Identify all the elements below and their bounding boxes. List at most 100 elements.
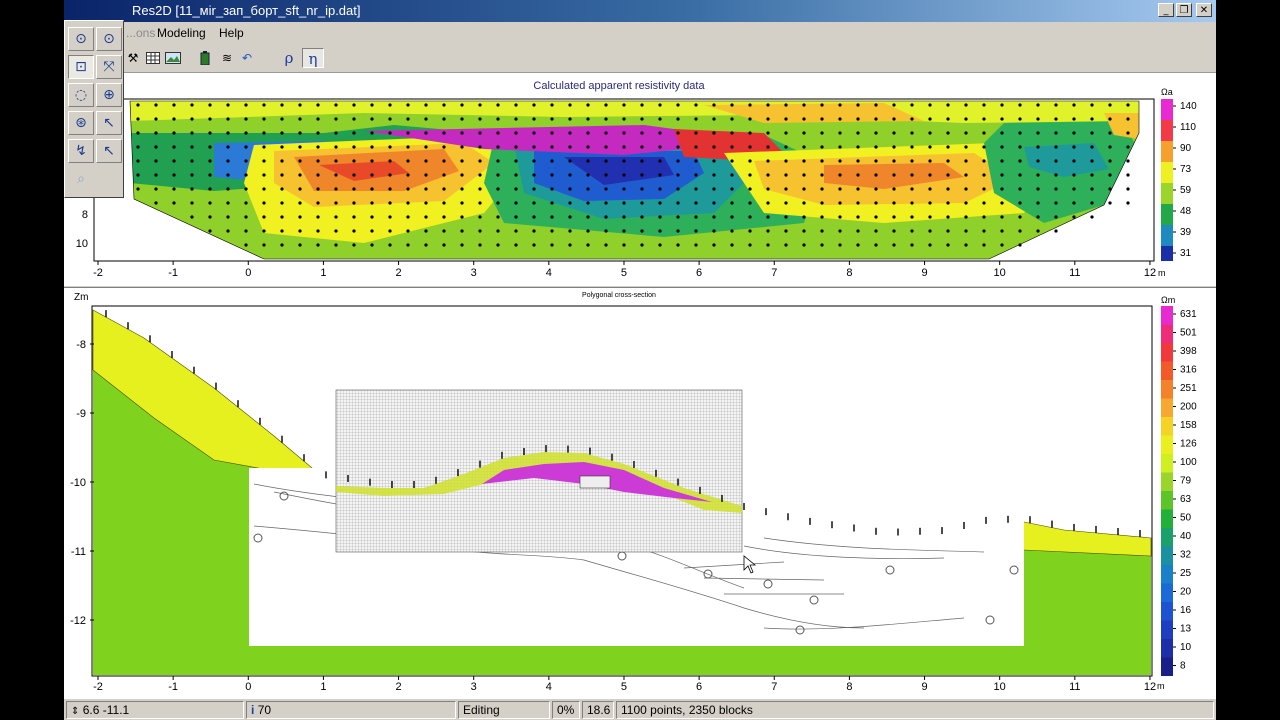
resistivity-contours <box>130 101 1139 259</box>
minimize-button[interactable]: _ <box>1158 3 1174 17</box>
bottom-y-axis-label: Zm <box>74 292 88 303</box>
bottom-legend-unit: Ωm <box>1161 295 1175 305</box>
rho-button[interactable]: ρ <box>278 48 300 68</box>
top-legend-label: 48 <box>1180 206 1192 217</box>
bottom-legend-label: 251 <box>1180 383 1197 394</box>
top-legend-unit: Ωa <box>1161 87 1173 97</box>
top-y-axis: 8 10 <box>76 209 88 250</box>
bottom-x-tick: 2 <box>395 681 401 693</box>
top-x-tick: 10 <box>994 267 1006 279</box>
top-x-axis: -2 -1 0 1 2 3 4 5 6 7 8 9 10 11 12 <box>93 261 1156 279</box>
status-bar: ⇕ 6.6 -11.1 i 70 Editing 0% 18.6 1100 po… <box>64 698 1216 720</box>
menu-help[interactable]: Help <box>219 26 244 40</box>
move-node-icon[interactable]: ⊕ <box>96 83 122 107</box>
rotate-icon[interactable]: ⊛ <box>68 111 94 135</box>
status-info: 1100 points, 2350 blocks <box>616 701 1214 719</box>
top-y-tick-8: 8 <box>82 209 88 221</box>
bottom-y-tick: -10 <box>70 477 86 489</box>
bottom-y-tick: -11 <box>71 546 86 558</box>
status-value: 70 <box>257 703 272 717</box>
bottom-y-axis: -8 -9 -10 -11 -12 <box>70 339 94 627</box>
top-x-tick: 12 <box>1144 267 1156 279</box>
bottom-chart-title: Polygonal cross-section <box>582 292 656 299</box>
cursor-join-icon[interactable]: ↖ <box>96 111 122 135</box>
apparent-resistivity-chart[interactable]: Calculated apparent resistivity data 8 1… <box>64 73 1216 285</box>
top-x-tick: 6 <box>696 267 702 279</box>
bottom-legend-label: 10 <box>1180 642 1192 653</box>
bottom-legend-label: 32 <box>1180 550 1192 561</box>
top-x-tick: 7 <box>771 267 777 279</box>
bottom-x-tick: 7 <box>771 681 777 693</box>
bottom-x-tick: 11 <box>1069 681 1080 693</box>
menu-bar: ...ons Modeling Help <box>64 22 1216 44</box>
coords-icon: ⇕ <box>71 706 80 717</box>
edit-polygon-icon[interactable]: ↯ <box>68 139 94 163</box>
bottom-legend-label: 100 <box>1180 457 1197 468</box>
bottom-legend-label: 79 <box>1180 476 1192 487</box>
split-node-icon[interactable]: ⤧ <box>96 55 122 79</box>
title-bar: Res2D [11_мir_зап_борт_sft_nr_ip.dat] _ … <box>64 0 1216 22</box>
bottom-legend-label: 16 <box>1180 605 1192 616</box>
circle-select-icon[interactable]: ◌ <box>68 83 94 107</box>
menu-modeling[interactable]: Modeling <box>157 26 206 40</box>
top-x-tick: 1 <box>320 267 326 279</box>
wave-icon[interactable]: ≋ <box>216 48 238 68</box>
battery-icon[interactable] <box>194 48 216 68</box>
selected-cell[interactable] <box>579 475 611 489</box>
top-x-tick: -1 <box>168 267 178 279</box>
bottom-legend-label: 20 <box>1180 587 1192 598</box>
eta-button[interactable]: η <box>302 48 324 68</box>
bottom-x-tick: 0 <box>245 681 251 693</box>
bottom-legend-label: 50 <box>1180 513 1192 524</box>
bottom-legend-label: 398 <box>1180 346 1197 357</box>
top-x-tick: 8 <box>846 267 852 279</box>
apparent-resistivity-pane: Calculated apparent resistivity data 8 1… <box>64 73 1216 285</box>
hammer-icon[interactable]: ⚒ <box>122 48 144 68</box>
polygonal-section-chart[interactable]: Polygonal cross-section Zm -8-9-10-11-12… <box>64 288 1216 698</box>
status-coords: 6.6 -11.1 <box>82 703 130 717</box>
bottom-legend-label: 316 <box>1180 365 1197 376</box>
select-point-icon[interactable]: ⊙ <box>68 27 94 51</box>
bottom-x-tick: 3 <box>471 681 477 693</box>
status-mode: Editing <box>458 701 550 719</box>
image-icon[interactable] <box>162 48 184 68</box>
add-node-icon[interactable]: ⊡ <box>68 55 94 79</box>
undo-icon[interactable]: ↶ <box>236 48 258 68</box>
cursor-split-icon[interactable]: ↖ <box>96 139 122 163</box>
status-zoom: 18.6 <box>582 701 614 719</box>
top-x-tick: 9 <box>921 267 927 279</box>
menu-options[interactable]: ...ons <box>126 26 155 40</box>
bottom-legend-label: 200 <box>1180 402 1197 413</box>
zoom-icon[interactable]: ⌕ <box>68 167 94 191</box>
top-y-tick-10: 10 <box>76 238 88 250</box>
bottom-x-tick: 6 <box>696 681 702 693</box>
bottom-x-tick: -2 <box>93 681 103 693</box>
status-coords-cell: ⇕ 6.6 -11.1 <box>66 701 244 719</box>
top-x-tick: 5 <box>621 267 627 279</box>
info-icon: i <box>251 703 255 717</box>
restore-button[interactable]: ❐ <box>1176 3 1192 17</box>
top-color-legend: Ωa 140 110 90 73 59 48 39 31 <box>1161 87 1197 261</box>
app-window: Res2D [11_мir_зап_борт_sft_nr_ip.dat] _ … <box>64 0 1216 720</box>
bottom-legend-label: 501 <box>1180 328 1197 339</box>
top-legend-label: 39 <box>1180 227 1192 238</box>
top-x-tick: -2 <box>93 267 103 279</box>
table-icon[interactable] <box>142 48 164 68</box>
top-x-tick: 3 <box>471 267 477 279</box>
bottom-x-tick: 4 <box>546 681 552 693</box>
bottom-legend-label: 158 <box>1180 420 1197 431</box>
top-legend-label: 73 <box>1180 164 1192 175</box>
bottom-legend-label: 13 <box>1180 624 1192 635</box>
close-button[interactable]: ✕ <box>1196 3 1212 17</box>
status-percent: 0% <box>552 701 580 719</box>
bottom-legend-label: 25 <box>1180 568 1192 579</box>
bottom-legend-label: 8 <box>1180 661 1186 672</box>
bottom-x-tick: 5 <box>621 681 627 693</box>
top-legend-label: 140 <box>1180 101 1197 112</box>
select-area-icon[interactable]: ⊙ <box>96 27 122 51</box>
bottom-legend-label: 63 <box>1180 494 1192 505</box>
bottom-x-tick: -1 <box>168 681 178 693</box>
bottom-y-tick: -12 <box>70 615 86 627</box>
bottom-y-tick: -9 <box>76 408 86 420</box>
top-legend-label: 59 <box>1180 185 1192 196</box>
